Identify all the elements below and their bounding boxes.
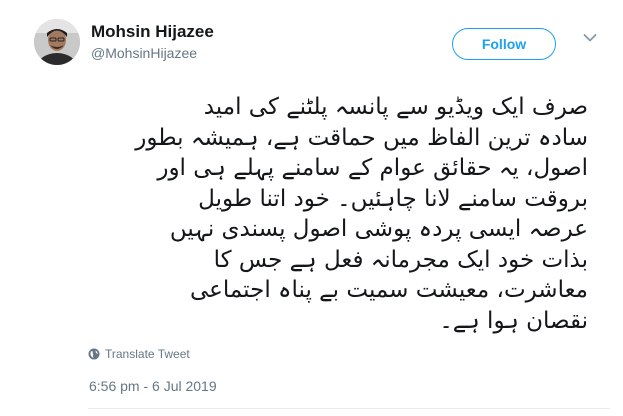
tweet-line: صرف ایک ویڈیو سے پانسہ پلٹنے کی امید [203, 94, 588, 120]
avatar[interactable] [34, 19, 80, 65]
tweet-card: Mohsin Hijazee @MohsinHijazee Follow صرف… [0, 0, 623, 416]
display-name[interactable]: Mohsin Hijazee [91, 22, 214, 42]
follow-button[interactable]: Follow [452, 28, 556, 60]
user-handle[interactable]: @MohsinHijazee [91, 45, 197, 61]
translate-label: Translate Tweet [105, 347, 190, 361]
chevron-down-icon[interactable] [583, 33, 597, 43]
tweet-line: عرصہ ایسی پردہ پوشی اصول پسندی نہیں [169, 216, 588, 242]
globe-icon [88, 348, 100, 360]
tweet-line: سادہ ترین الفاظ میں حماقت ہے، ہمیشہ بطور [135, 124, 588, 151]
tweet-text: صرف ایک ویڈیو سے پانسہ پلٹنے کی امید ساد… [60, 92, 588, 336]
tweet-line: اصول، یہ حقائق عوام کے سامنے پہلے ہی اور [157, 155, 588, 181]
tweet-line: معاشرت، معیشت سمیت بے پناہ اجتماعی [189, 277, 588, 303]
tweet-line: بذات خود ایک مجرمانہ فعل ہے جس کا [213, 246, 588, 273]
tweet-line: بروقت سامنے لانا چاہئیں۔ خود اتنا طویل [198, 185, 588, 212]
divider [88, 408, 610, 409]
translate-tweet-link[interactable]: Translate Tweet [88, 347, 190, 361]
tweet-line: نقصان ہوا ہے۔ [439, 307, 588, 334]
tweet-timestamp[interactable]: 6:56 pm - 6 Jul 2019 [89, 378, 217, 394]
